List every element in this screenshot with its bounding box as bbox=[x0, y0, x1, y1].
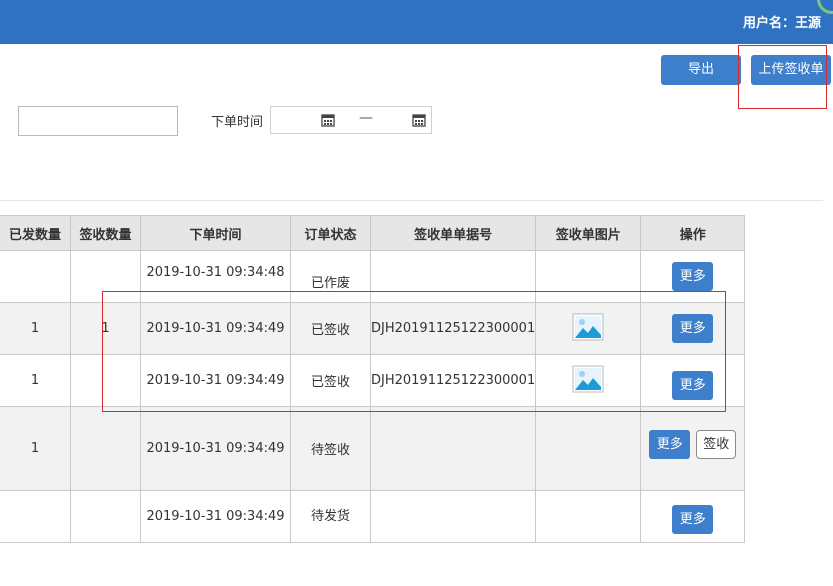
highlight-box-signed-rows bbox=[102, 291, 726, 412]
sent-qty bbox=[0, 490, 71, 543]
export-button[interactable]: 导出 bbox=[661, 55, 741, 85]
col-sent-qty: 已发数量 bbox=[0, 215, 71, 251]
more-button[interactable]: 更多 bbox=[672, 505, 714, 534]
sent-qty: 1 bbox=[0, 406, 71, 491]
range-separator: — bbox=[359, 110, 373, 126]
order-time: 2019-10-31 09:34:49 bbox=[140, 406, 291, 491]
order-status: 待签收 bbox=[290, 406, 371, 491]
signed-qty bbox=[70, 406, 141, 491]
sign-button[interactable]: 签收 bbox=[696, 430, 737, 459]
filter-input[interactable] bbox=[18, 106, 178, 136]
table-row: 1 2019-10-31 09:34:49 待签收 更多 签收 bbox=[0, 406, 746, 491]
sent-qty: 1 bbox=[0, 302, 71, 355]
col-signed-qty: 签收数量 bbox=[70, 215, 141, 251]
order-time-label: 下单时间 bbox=[211, 115, 264, 130]
top-bar: 用户名：王源 bbox=[0, 0, 833, 44]
receipt-image-cell bbox=[535, 406, 642, 491]
sent-qty: 1 bbox=[0, 354, 71, 407]
order-status: 待发货 bbox=[290, 490, 371, 543]
col-order-time: 下单时间 bbox=[140, 215, 291, 251]
table-header-row: 已发数量 签收数量 下单时间 订单状态 签收单单据号 签收单图片 操作 bbox=[0, 215, 746, 251]
table-row: 2019-10-31 09:34:49 待发货 更多 bbox=[0, 490, 746, 543]
order-time-range[interactable]: — bbox=[270, 106, 432, 134]
col-actions: 操作 bbox=[640, 215, 746, 251]
actions-cell: 更多 签收 bbox=[640, 406, 746, 491]
receipt-image-cell bbox=[535, 490, 642, 543]
col-order-status: 订单状态 bbox=[290, 215, 371, 251]
more-button[interactable]: 更多 bbox=[672, 262, 714, 291]
order-time: 2019-10-31 09:34:49 bbox=[140, 490, 291, 543]
receipt-no bbox=[369, 490, 537, 543]
col-receipt-image: 签收单图片 bbox=[535, 215, 642, 251]
user-name: 用户名：王源 bbox=[742, 16, 821, 31]
more-button[interactable]: 更多 bbox=[649, 430, 691, 459]
highlight-box-upload bbox=[738, 45, 827, 109]
sent-qty bbox=[0, 250, 71, 303]
receipt-no bbox=[369, 406, 537, 491]
actions-cell: 更多 bbox=[640, 490, 746, 543]
signed-qty bbox=[70, 490, 141, 543]
calendar-icon[interactable] bbox=[412, 113, 426, 127]
calendar-icon[interactable] bbox=[321, 113, 335, 127]
divider bbox=[0, 200, 823, 201]
col-receipt-no: 签收单单据号 bbox=[369, 215, 537, 251]
